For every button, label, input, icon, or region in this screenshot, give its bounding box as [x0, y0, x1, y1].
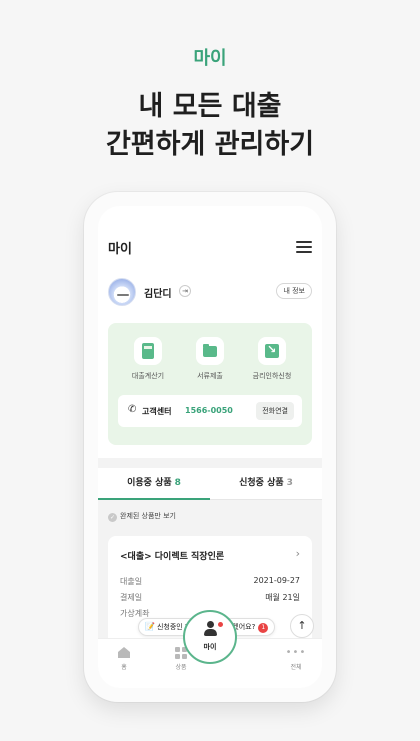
rate-down-icon	[258, 337, 286, 365]
loan-row-label: 결제일	[120, 593, 143, 602]
nav-my[interactable]: 마이	[183, 610, 237, 664]
tab-active-products[interactable]: 이용중 상품 8	[98, 468, 210, 500]
user-name: 김단디	[144, 289, 172, 300]
app-screen: 마이 김단디 ⇥ 내 정보 대출계산기 서류제출 금리인하신청	[98, 206, 322, 688]
section-divider	[98, 458, 322, 468]
nav-label: 마이	[203, 643, 217, 651]
calculator-icon	[134, 337, 162, 365]
notification-dot	[218, 622, 223, 627]
filter-label: 완제된 상품만 보기	[120, 512, 176, 520]
tab-label: 이용중 상품	[127, 478, 172, 488]
tab-count: 3	[286, 478, 293, 488]
page-title: 마이	[108, 242, 132, 257]
loan-row: 결제일 매월 21일	[120, 592, 300, 604]
loan-row-value: 2021-09-27	[253, 576, 301, 585]
more-icon: •••	[285, 647, 307, 658]
profile-row: 김단디 ⇥ 내 정보	[108, 278, 312, 308]
loan-row-value: 매월 21일	[265, 593, 300, 602]
headline-line-2: 간편하게 관리하기	[105, 129, 315, 160]
quick-action-loan-calculator[interactable]: 대출계산기	[118, 337, 178, 381]
headline: 내 모든 대출 간편하게 관리하기	[0, 88, 420, 164]
folder-icon	[196, 337, 224, 365]
customer-center-number: 1566-0050	[185, 406, 233, 415]
completed-only-filter[interactable]: ✓ 완제된 상품만 보기	[108, 511, 176, 522]
quick-actions-panel: 대출계산기 서류제출 금리인하신청 ✆ 고객센터 1566-0050 전화연결	[108, 323, 312, 445]
chevron-right-icon: ›	[295, 547, 300, 560]
scroll-top-button[interactable]: ↑	[290, 614, 314, 638]
my-info-button[interactable]: 내 정보	[276, 283, 312, 299]
memo-icon: 📝	[145, 622, 155, 631]
nav-label: 전체	[290, 664, 302, 671]
arrow-up-icon: ↑	[297, 619, 307, 632]
call-button[interactable]: 전화연결	[256, 402, 294, 420]
app-header: 마이	[108, 238, 312, 258]
customer-center-label: 고객센터	[142, 407, 172, 416]
phone-frame: 마이 김단디 ⇥ 내 정보 대출계산기 서류제출 금리인하신청	[84, 192, 336, 702]
quick-action-label: 서류제출	[197, 372, 223, 380]
nav-all[interactable]: ••• 전체	[276, 647, 316, 671]
quick-action-label: 대출계산기	[131, 372, 165, 380]
promo-tag: 마이	[193, 48, 227, 69]
product-tabs: 이용중 상품 8 신청중 상품 3	[98, 468, 322, 500]
loan-row-label: 가상계좌	[120, 609, 150, 618]
customer-center-box: ✆ 고객센터 1566-0050 전화연결	[118, 395, 302, 427]
phone-icon: ✆	[128, 404, 137, 415]
nav-label: 상품	[175, 664, 187, 671]
quick-action-label: 금리인하신청	[252, 372, 292, 380]
home-icon	[118, 647, 130, 658]
person-icon	[204, 621, 217, 637]
loan-row: 대출일 2021-09-27	[120, 576, 300, 588]
nav-home[interactable]: 홈	[104, 647, 144, 671]
nav-label: 홈	[121, 664, 127, 671]
quick-action-document-submit[interactable]: 서류제출	[180, 337, 240, 381]
check-icon: ✓	[108, 513, 117, 522]
loan-title: <대출> 다이렉트 직장인론	[120, 552, 225, 562]
hamburger-menu-icon[interactable]	[296, 241, 312, 253]
avatar	[108, 278, 136, 306]
quick-action-rate-reduction[interactable]: 금리인하신청	[242, 337, 302, 381]
tab-label: 신청중 상품	[239, 478, 284, 488]
tab-count: 8	[174, 478, 181, 488]
loan-row-label: 대출일	[120, 577, 143, 586]
tab-applying-products[interactable]: 신청중 상품 3	[210, 468, 322, 500]
notification-badge: 1	[258, 623, 269, 633]
logout-icon[interactable]: ⇥	[179, 285, 191, 297]
headline-line-1: 내 모든 대출	[138, 91, 282, 122]
